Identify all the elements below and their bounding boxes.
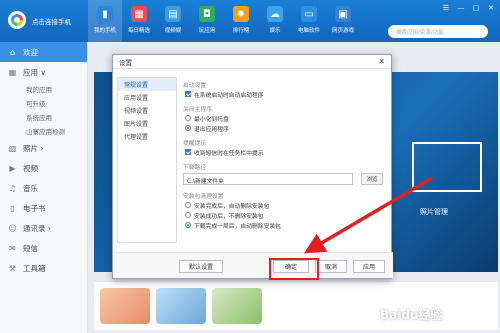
watermark: Baidu经验 — [380, 308, 443, 322]
arrow-line — [303, 176, 433, 254]
annotation-arrow — [303, 176, 433, 254]
